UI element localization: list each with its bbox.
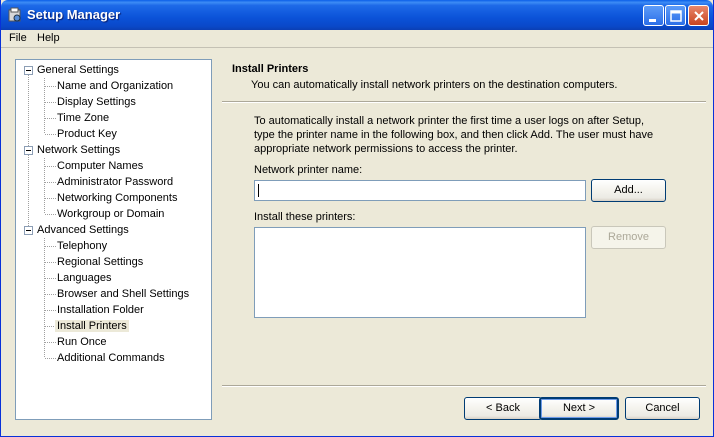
setup-manager-icon <box>8 7 21 22</box>
window-title: Setup Manager <box>27 7 121 22</box>
tree-item-label: Regional Settings <box>57 256 144 268</box>
header-divider <box>222 101 706 103</box>
tree-item-installation-folder[interactable]: Installation Folder <box>57 302 144 318</box>
tree-item-label: Networking Components <box>57 192 178 204</box>
tree-item-networking-components[interactable]: Networking Components <box>57 190 177 206</box>
menu-file[interactable]: File <box>9 32 27 44</box>
tree-item-label: Name and Organization <box>57 80 174 92</box>
close-button[interactable] <box>688 5 709 26</box>
footer-divider <box>222 385 706 387</box>
minimize-button[interactable] <box>643 5 664 26</box>
tree-group-advanced-settings[interactable]: Advanced Settings <box>37 222 129 238</box>
tree-item-label: Run Once <box>57 336 107 348</box>
setup-manager-window: Setup Manager File Help General Settings… <box>0 0 714 437</box>
tree-group-network-settings[interactable]: Network Settings <box>37 142 120 158</box>
close-icon <box>694 11 704 21</box>
printer-name-input[interactable] <box>254 180 586 201</box>
tree-item-languages[interactable]: Languages <box>57 270 111 286</box>
menu-bar: File Help <box>1 30 713 48</box>
tree-item-label: Product Key <box>57 128 117 140</box>
tree-item-run-once[interactable]: Run Once <box>57 334 107 350</box>
tree-item-label: Telephony <box>57 240 108 252</box>
instructions-text: To automatically install a network print… <box>254 115 654 155</box>
maximize-icon <box>670 10 682 22</box>
install-list-label: Install these printers: <box>254 211 356 223</box>
menu-help[interactable]: Help <box>37 32 60 44</box>
back-button[interactable]: < Back <box>464 397 542 420</box>
tree-item-name-and-organization[interactable]: Name and Organization <box>57 78 173 94</box>
tree-item-label: Display Settings <box>57 96 136 108</box>
tree-item-telephony[interactable]: Telephony <box>57 238 107 254</box>
text-caret <box>258 184 259 197</box>
tree-item-label: Workgroup or Domain <box>57 208 165 220</box>
title-bar[interactable]: Setup Manager <box>1 0 713 30</box>
tree-item-label: Time Zone <box>57 112 110 124</box>
tree-item-label: Install Printers <box>55 320 129 332</box>
tree-item-regional-settings[interactable]: Regional Settings <box>57 254 143 270</box>
tree-item-install-printers[interactable]: Install Printers <box>55 318 129 334</box>
tree-item-display-settings[interactable]: Display Settings <box>57 94 136 110</box>
collapse-advanced-settings-icon[interactable] <box>24 226 33 235</box>
tree-item-additional-commands[interactable]: Additional Commands <box>57 350 165 366</box>
tree-item-workgroup-or-domain[interactable]: Workgroup or Domain <box>57 206 164 222</box>
maximize-button[interactable] <box>665 5 686 26</box>
collapse-general-settings-icon[interactable] <box>24 66 33 75</box>
tree-connector-lines <box>28 75 56 359</box>
tree-group-general-settings[interactable]: General Settings <box>37 62 119 78</box>
collapse-network-settings-icon[interactable] <box>24 146 33 155</box>
tree-item-label: Administrator Password <box>57 176 174 188</box>
tree-item-label: Languages <box>57 272 112 284</box>
tree-item-browser-and-shell-settings[interactable]: Browser and Shell Settings <box>57 286 189 302</box>
remove-printer-button[interactable]: Remove <box>591 226 666 249</box>
tree-group-label: General Settings <box>37 64 119 76</box>
tree-group-label: Advanced Settings <box>37 224 129 236</box>
settings-tree[interactable]: General Settings Name and Organization D… <box>15 59 212 420</box>
tree-item-administrator-password[interactable]: Administrator Password <box>57 174 173 190</box>
minimize-icon <box>649 19 656 22</box>
tree-item-label: Computer Names <box>57 160 144 172</box>
next-button[interactable]: Next > <box>539 397 619 420</box>
page-title: Install Printers <box>232 63 309 75</box>
tree-item-computer-names[interactable]: Computer Names <box>57 158 143 174</box>
cancel-button[interactable]: Cancel <box>625 397 700 420</box>
tree-item-label: Installation Folder <box>57 304 144 316</box>
tree-group-label: Network Settings <box>37 144 121 156</box>
install-printers-list[interactable] <box>254 227 586 318</box>
tree-item-product-key[interactable]: Product Key <box>57 126 117 142</box>
page-description: You can automatically install network pr… <box>251 79 618 91</box>
add-printer-button[interactable]: Add... <box>591 179 666 202</box>
tree-item-label: Browser and Shell Settings <box>57 288 190 300</box>
tree-item-time-zone[interactable]: Time Zone <box>57 110 109 126</box>
tree-item-label: Additional Commands <box>57 352 165 364</box>
printer-name-label: Network printer name: <box>254 164 363 176</box>
